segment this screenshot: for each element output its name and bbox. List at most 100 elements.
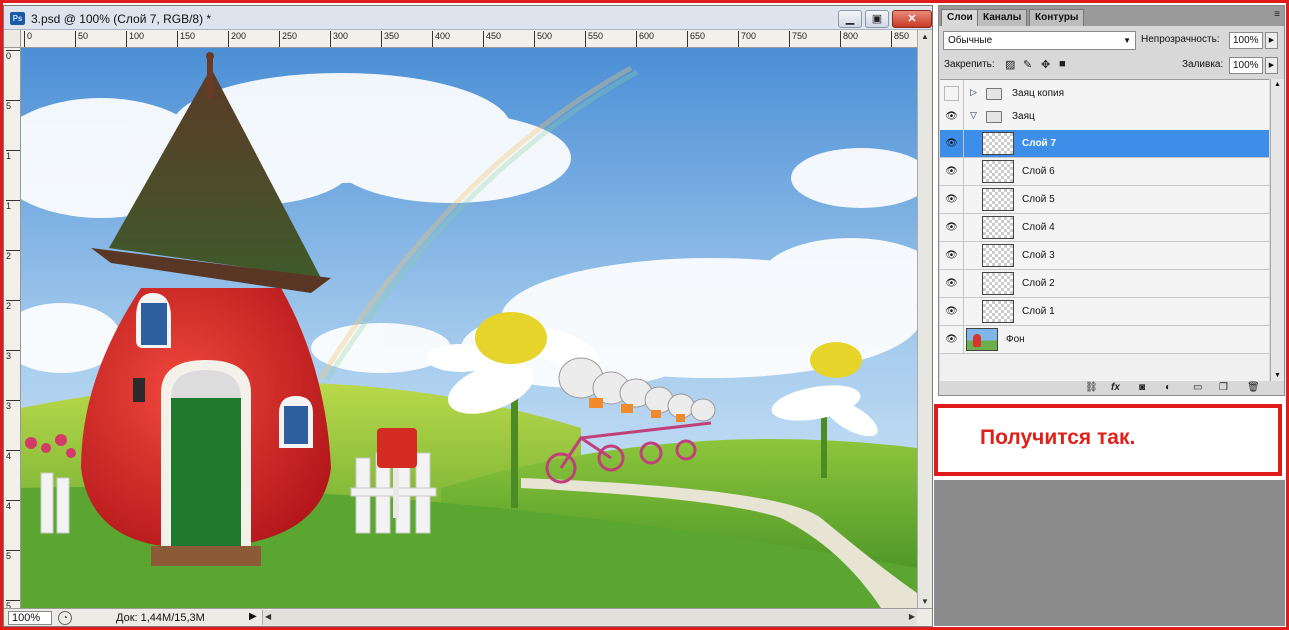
ruler-mark: 250 [279,31,297,47]
layer-name: Слой 5 [1022,194,1055,205]
scroll-down-arrow-icon[interactable]: ▼ [1274,372,1281,379]
link-icon[interactable]: ⛓ [1085,382,1098,393]
status-menu-arrow-icon[interactable]: ▶ [249,611,257,622]
opacity-arrow-icon[interactable]: ▶ [1265,32,1278,49]
blend-mode-value: Обычные [948,35,993,46]
new-layer-icon[interactable]: ❐ [1219,382,1228,393]
adjustment-icon[interactable]: ◐ [1165,382,1171,393]
lock-brush-icon[interactable]: ✎ [1023,58,1032,71]
layer-name: Слой 3 [1022,250,1055,261]
layer-row-5[interactable]: 👁 Слой 5 [940,186,1269,214]
ruler-mark: 600 [636,31,654,47]
layer-row-1[interactable]: 👁 Слой 1 [940,298,1269,326]
eye-icon[interactable]: 👁 [945,221,958,234]
document-title: 3.psd @ 100% (Слой 7, RGB/8) * [31,12,212,26]
layer-thumbnail [982,160,1014,183]
ruler-mark: 2 [6,300,20,340]
eye-icon[interactable]: 👁 [945,193,958,206]
blend-mode-select[interactable]: Обычные ▼ [943,31,1136,50]
ruler-mark: 1 [6,150,20,190]
layer-row-7[interactable]: 👁 Слой 7 [940,130,1269,158]
trash-icon[interactable]: 🗑 [1247,382,1260,393]
scroll-right-arrow-icon[interactable]: ▶ [909,612,915,621]
fill-field[interactable]: 100% [1229,57,1263,74]
layer-name: Заяц копия [1012,88,1064,99]
ruler-mark: 150 [177,31,195,47]
status-bar: 100% ◔ Док: 1,44M/15,3M ▶ ◀ ▶ [4,608,932,626]
image-canvas[interactable] [21,48,917,608]
ruler-mark: 750 [789,31,807,47]
maximize-button[interactable]: ▣ [865,10,889,28]
eye-icon[interactable]: 👁 [945,305,958,318]
layer-row-4[interactable]: 👁 Слой 4 [940,214,1269,242]
tab-channels[interactable]: Каналы [977,9,1028,26]
ruler-mark: 5 [6,550,20,590]
eye-icon[interactable]: 👁 [945,110,958,123]
layer-row-6[interactable]: 👁 Слой 6 [940,158,1269,186]
ruler-mark: 300 [330,31,348,47]
horizontal-scrollbar[interactable]: ◀ ▶ [262,610,917,625]
scroll-down-arrow-icon[interactable]: ▼ [921,597,929,606]
layer-name: Слой 7 [1022,138,1057,149]
close-button[interactable]: ✕ [892,10,932,28]
ruler-mark: 0 [24,31,32,47]
fill-arrow-icon[interactable]: ▶ [1265,57,1278,74]
scroll-up-arrow-icon[interactable]: ▲ [1274,81,1281,88]
layer-name: Фон [1006,334,1025,345]
fill-label: Заливка: [1182,59,1224,70]
layer-name: Слой 4 [1022,222,1055,233]
new-group-icon[interactable]: ▭ [1193,382,1202,393]
fx-icon[interactable]: fx [1111,382,1120,393]
scroll-left-arrow-icon[interactable]: ◀ [265,612,271,621]
mask-icon[interactable]: ◙ [1139,382,1145,393]
ruler-mark: 350 [381,31,399,47]
chevron-down-icon: ▼ [1123,36,1131,45]
layers-panel-footer: ⛓ fx ◙ ◐ ▭ ❐ 🗑 [939,381,1284,395]
empty-workspace [934,480,1285,626]
opacity-field[interactable]: 100% [1229,32,1263,49]
minimize-button[interactable]: ▁ [838,10,862,28]
layer-thumbnail [982,244,1014,267]
eye-icon[interactable]: 👁 [945,137,958,150]
lock-transparent-icon[interactable]: ▨ [1005,58,1015,71]
ruler-mark: 50 [75,31,88,47]
document-titlebar[interactable]: Ps 3.psd @ 100% (Слой 7, RGB/8) * ▁ ▣ ✕ [4,6,932,30]
collapse-triangle-icon[interactable]: ▽ [970,110,977,121]
ruler-mark: 450 [483,31,501,47]
ruler-mark: 5 [6,100,20,140]
panel-menu-icon[interactable]: ≡ [1274,9,1280,20]
opacity-label: Непрозрачность: [1141,34,1220,45]
layer-thumbnail [982,132,1014,155]
layer-row-group[interactable]: 👁 ▽ Заяц [940,103,1269,131]
tab-layers[interactable]: Слои [941,9,979,26]
visibility-toggle[interactable] [944,86,959,101]
layer-row-background[interactable]: 👁 Фон [940,326,1269,354]
expand-triangle-icon[interactable]: ▷ [970,87,977,98]
status-info-icon[interactable]: ◔ [58,611,72,625]
tab-paths[interactable]: Контуры [1029,9,1085,26]
caption-box: Получится так. [934,404,1282,476]
eye-icon[interactable]: 👁 [945,277,958,290]
lock-all-icon[interactable]: ■ [1059,58,1066,70]
vertical-scrollbar[interactable]: ▲ ▼ [917,30,932,608]
layer-row-3[interactable]: 👁 Слой 3 [940,242,1269,270]
eye-icon[interactable]: 👁 [945,165,958,178]
scroll-up-arrow-icon[interactable]: ▲ [921,32,929,41]
horizontal-ruler[interactable]: 0 50 100 150 200 250 300 350 400 450 500 550 600 650 7… [21,30,917,48]
ruler-mark: 850 [891,31,909,47]
eye-icon[interactable]: 👁 [945,333,958,346]
document-window: Ps 3.psd @ 100% (Слой 7, RGB/8) * ▁ ▣ ✕ … [3,5,933,627]
eye-icon[interactable]: 👁 [945,249,958,262]
caption-text: Получится так. [980,426,1136,449]
ruler-mark: 500 [534,31,552,47]
layer-row-2[interactable]: 👁 Слой 2 [940,270,1269,298]
layer-name: Слой 6 [1022,166,1055,177]
ruler-mark: 2 [6,250,20,290]
lock-label: Закрепить: [944,59,995,70]
lock-move-icon[interactable]: ✥ [1041,58,1050,71]
ruler-mark: 550 [585,31,603,47]
zoom-field[interactable]: 100% [8,611,52,625]
layers-scrollbar[interactable]: ▲ ▼ [1270,79,1284,381]
vertical-ruler[interactable]: 0 5 1 1 2 2 3 3 4 4 5 5 [4,48,21,608]
ruler-origin[interactable] [4,30,21,48]
